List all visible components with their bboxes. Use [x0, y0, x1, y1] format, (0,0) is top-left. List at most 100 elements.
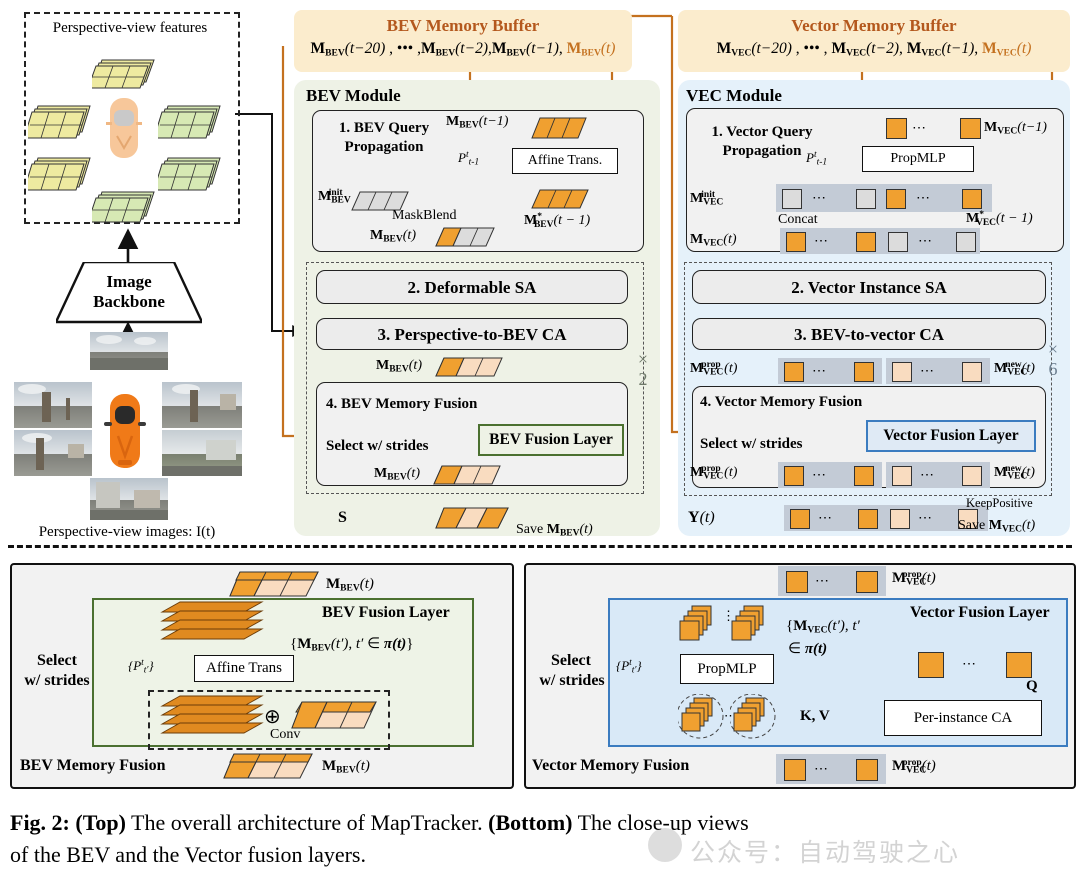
vec-token-star-1 [886, 189, 906, 209]
watermark-text: 公众号：自动驾驶之心 [690, 838, 961, 867]
bev-step4-output-label: MBEV(t) [374, 466, 420, 483]
bottom-left-inner-title: BEV Fusion Layer [322, 604, 450, 621]
vec-step4-new-label: MVECnew(t) [994, 464, 1035, 482]
bev-step1-title-line2: Propagation [344, 139, 424, 155]
caption-bold-bottom: (Bottom) [488, 810, 573, 835]
pv-image-back-left [14, 430, 92, 476]
bev-mid-label: MBEV(t) [376, 358, 422, 375]
vec-step4-prop-label: MVECprop (t) [690, 464, 738, 482]
bev-step3-perspective-to-bev-ca[interactable]: 3. Perspective-to-BEV CA [316, 318, 628, 350]
bl-conv-label: Conv [270, 727, 301, 742]
vec-step1-out-band [780, 228, 980, 254]
bev-star-label: M*BEV(t − 1) [524, 212, 591, 230]
bottom-right-inner-title: Vector Fusion Layer [910, 604, 1050, 621]
bev-save-label: Save MBEV(t) [516, 522, 593, 539]
vec-ellipsis-in: ⋯ [912, 121, 926, 136]
bev-step1-input-label: MBEV(t−1) [446, 114, 509, 131]
br-ellipsis-q: ⋯ [962, 657, 976, 672]
bev-step1-output-label: MBEV(t) [370, 228, 416, 245]
br-q-token-1 [918, 652, 944, 678]
bottom-left-panel-title: BEV Memory Fusion [20, 757, 166, 774]
vec-module-title: VEC Module [686, 86, 782, 105]
pv-images-label: Perspective-view images: I(t) [38, 524, 216, 540]
bev-tile-input [530, 116, 588, 140]
bl-pose-set-label: {Ptt′} [128, 658, 154, 676]
vec-step1-output-label: MVEC(t) [690, 232, 737, 249]
vec-token-in-1 [886, 118, 907, 139]
vec-token-out-2 [856, 232, 876, 252]
bev-select-strides-label: Select w/ strides [326, 438, 429, 454]
bev-tile-final [434, 506, 510, 530]
bl-tile-conv-in [290, 700, 378, 730]
bev-output-symbol: S [338, 509, 347, 526]
vec-ellipsis-init: ⋯ [812, 191, 826, 206]
backbone-label-line1: Image [106, 272, 152, 291]
bev-fusion-layer-button[interactable]: BEV Fusion Layer [478, 424, 624, 456]
vec-token-s4new-1 [892, 466, 912, 486]
br-select-line1: Select [551, 652, 591, 669]
vec-token-new-1 [892, 362, 912, 382]
vec-step1-title-line1: 1. Vector Query [711, 124, 813, 140]
vec-new-label: MVECnew(t) [994, 360, 1035, 378]
br-q-token-2 [1006, 652, 1032, 678]
pv-features-title: Perspective-view features [52, 20, 208, 36]
br-set-label-l2: ∈ π(t) [788, 641, 828, 657]
vec-token-final-3 [890, 509, 910, 529]
pv-image-back [90, 478, 168, 520]
bl-set-label: {MBEV(t′), t′ ∈ π(t)} [290, 636, 414, 654]
feature-stack-back [87, 176, 166, 229]
bl-bev-stack-input [158, 600, 268, 653]
watermark-logo-icon [648, 828, 682, 862]
bl-tile-output [222, 752, 314, 780]
br-per-instance-ca-box: Per-instance CA [884, 700, 1042, 736]
bl-affine-trans-box: Affine Trans [194, 655, 294, 682]
br-token-out-1 [784, 759, 806, 781]
bl-plus-symbol: ⊕ [264, 706, 281, 728]
bev-step2-deformable-sa[interactable]: 2. Deformable SA [316, 270, 628, 304]
bl-bev-stack-transformed [158, 694, 268, 747]
vec-save-label: Save MVEC(t) [958, 518, 1036, 535]
bev-tile-step4-out [432, 464, 502, 486]
bottom-right-panel-title: Vector Memory Fusion [532, 757, 690, 774]
caption-bold-top: Fig. 2: (Top) [10, 810, 126, 835]
pv-image-front-right [162, 382, 242, 428]
vector-fusion-layer-button[interactable]: Vector Fusion Layer [866, 420, 1036, 452]
vec-select-strides-label: Select w/ strides [700, 436, 803, 452]
br-input-label: MVECprop(t) [892, 570, 936, 588]
backbone-label-line2: Backbone [93, 292, 165, 311]
bev-repeat-label: × × 2 2 [630, 349, 656, 390]
vec-token-out-1 [786, 232, 806, 252]
br-kv-stack-2 [728, 693, 776, 745]
pv-image-front-left [14, 382, 92, 428]
vec-buffer-items: MVEC(t−20) , ••• , MVEC(t−2), MVEC(t−1),… [716, 40, 1032, 59]
vec-step2-vector-instance-sa[interactable]: 2. Vector Instance SA [692, 270, 1046, 304]
vec-token-prop-1 [784, 362, 804, 382]
ego-car-icon-orange [104, 392, 146, 475]
vec-token-in-2 [960, 118, 981, 139]
vec-ellipsis-new: ⋯ [920, 364, 934, 379]
br-select-line2: w/ strides [539, 672, 605, 689]
vec-buffer-title: Vector Memory Buffer [791, 16, 957, 35]
vec-token-prop-2 [854, 362, 874, 382]
vec-token-out-4 [956, 232, 976, 252]
vec-ellipsis-star: ⋯ [916, 191, 930, 206]
br-token-in-2 [856, 571, 878, 593]
caption-rest-1: The overall architecture of MapTracker. [125, 810, 489, 835]
vec-pose-label: Ptt-1 [806, 150, 828, 168]
vec-star-label: M*VEC(t − 1) [966, 210, 1033, 228]
vec-token-final-1 [790, 509, 810, 529]
br-token-in-1 [786, 571, 808, 593]
vec-token-s4prop-1 [784, 466, 804, 486]
vec-step3-bev-to-vector-ca[interactable]: 3. BEV-to-vector CA [692, 318, 1046, 350]
vec-concat-label: Concat [778, 212, 818, 227]
bev-buffer-items: MBEV(t−20) , ••• ,MBEV(t−2),MBEV(t−1), M… [310, 40, 616, 59]
feature-stack-back-right [153, 140, 232, 197]
br-ellipsis-in: ⋯ [815, 574, 829, 589]
br-output-label: MVECprop(t) [892, 758, 936, 776]
vec-ellipsis-out1: ⋯ [814, 234, 828, 249]
ego-car-icon-pale [104, 96, 144, 165]
br-pose-set-label: {Ptt′} [616, 658, 642, 676]
vec-step4-title: 4. Vector Memory Fusion [700, 394, 863, 410]
bev-step4-title: 4. BEV Memory Fusion [326, 396, 478, 412]
feature-stack-front-right [153, 88, 232, 145]
